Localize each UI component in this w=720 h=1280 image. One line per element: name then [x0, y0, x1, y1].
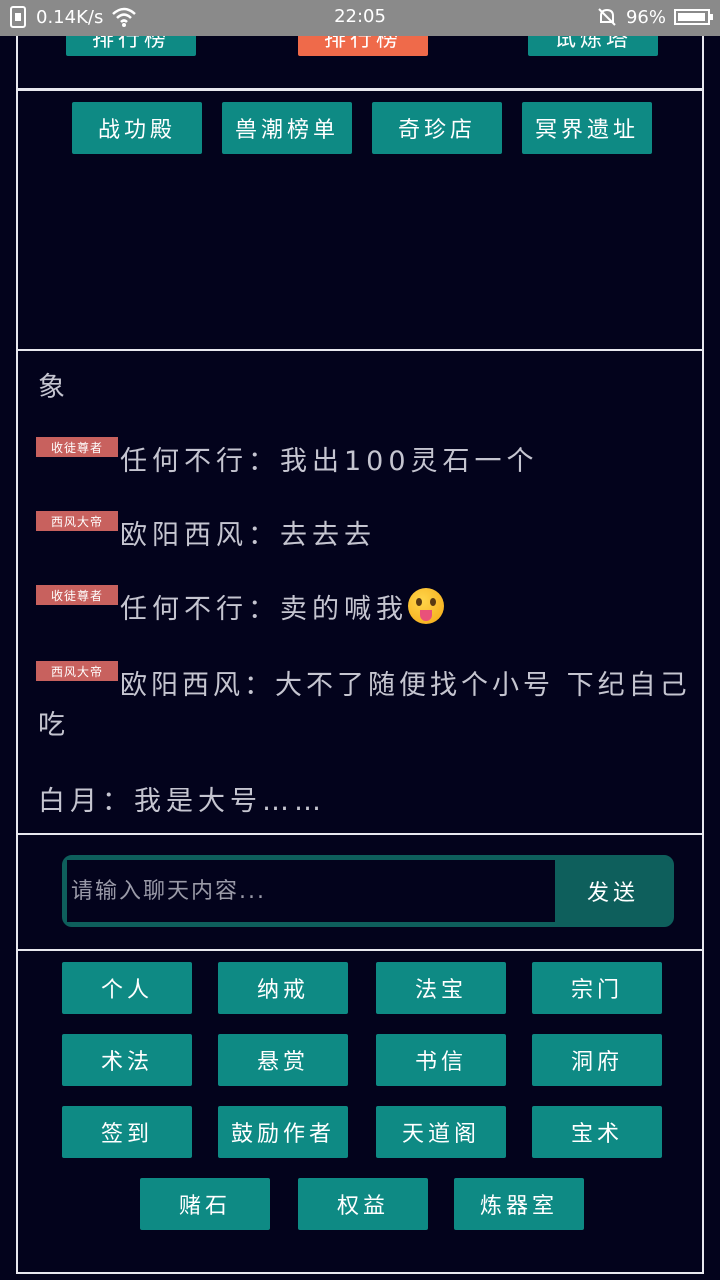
chat-badge: 收徒尊者: [36, 437, 118, 457]
menu-button-dongfu[interactable]: 洞府: [532, 1034, 662, 1086]
menu-button-quanyi[interactable]: 权益: [298, 1178, 428, 1230]
menu-button-zongmen[interactable]: 宗门: [532, 962, 662, 1014]
chat-message-continuation: 吃: [38, 710, 70, 741]
menu-button-najie[interactable]: 纳戒: [218, 962, 348, 1014]
menu-button-guli-zuozhe[interactable]: 鼓励作者: [218, 1106, 348, 1158]
top-button-3[interactable]: 试炼塔: [528, 36, 658, 56]
menu-button-xuanshang[interactable]: 悬赏: [218, 1034, 348, 1086]
chat-message-text: 任何不行：卖的喊我: [120, 594, 408, 625]
chat-input-panel: 发送: [16, 833, 704, 951]
nav-panel: 战功殿 兽潮榜单 奇珍店 冥界遗址: [16, 89, 704, 351]
tongue-out-emoji-icon: [408, 588, 444, 624]
nav-button-qizhendian[interactable]: 奇珍店: [372, 102, 502, 154]
chat-input-box: 发送: [62, 855, 674, 927]
menu-button-lianqishi[interactable]: 炼器室: [454, 1178, 584, 1230]
menu-button-qiandao[interactable]: 签到: [62, 1106, 192, 1158]
chat-message: 任何不行：卖的喊我: [120, 587, 444, 626]
nav-button-shouchao-bangdan[interactable]: 兽潮榜单: [222, 102, 352, 154]
menu-button-baoshu[interactable]: 宝术: [532, 1106, 662, 1158]
nav-button-mingjie-yizhi[interactable]: 冥界遗址: [522, 102, 652, 154]
chat-message: 欧阳西风：大不了随便找个小号 下纪自己: [120, 670, 691, 701]
top-button-2[interactable]: 排行榜: [298, 36, 428, 56]
battery-fill: [678, 13, 705, 21]
menu-button-tiandaoge[interactable]: 天道阁: [376, 1106, 506, 1158]
send-button[interactable]: 发送: [555, 858, 671, 924]
chat-badge: 西风大帝: [36, 511, 118, 531]
top-button-1[interactable]: 排行榜: [66, 36, 196, 56]
chat-badge: 收徒尊者: [36, 585, 118, 605]
top-buttons-panel: 排行榜 排行榜 试炼塔: [16, 36, 704, 90]
battery-percent: 96%: [625, 6, 666, 28]
battery-icon: [674, 9, 713, 25]
menu-panel: 个人 纳戒 法宝 宗门 术法 悬赏 书信 洞府 签到 鼓励作者 天道阁 宝术 赌…: [16, 949, 704, 1274]
chat-badge: 西风大帝: [36, 661, 118, 681]
chat-input[interactable]: [67, 860, 555, 922]
mute-bell-icon: [596, 6, 618, 28]
chat-message: 白月：我是大号……: [38, 786, 326, 817]
menu-button-geren[interactable]: 个人: [62, 962, 192, 1014]
menu-button-shufa[interactable]: 术法: [62, 1034, 192, 1086]
status-bar: 0.14K/s 22:05 96%: [0, 0, 720, 36]
chat-panel[interactable]: 象 收徒尊者 任何不行：我出100灵石一个 西风大帝 欧阳西风：去去去 收徒尊者…: [16, 349, 704, 835]
menu-button-shuxin[interactable]: 书信: [376, 1034, 506, 1086]
chat-partial-line: 象: [38, 372, 70, 403]
nav-button-zhangongdian[interactable]: 战功殿: [72, 102, 202, 154]
menu-button-dushi[interactable]: 赌石: [140, 1178, 270, 1230]
chat-message: 任何不行：我出100灵石一个: [120, 446, 539, 477]
menu-button-fabao[interactable]: 法宝: [376, 962, 506, 1014]
chat-message: 欧阳西风：去去去: [120, 520, 376, 551]
